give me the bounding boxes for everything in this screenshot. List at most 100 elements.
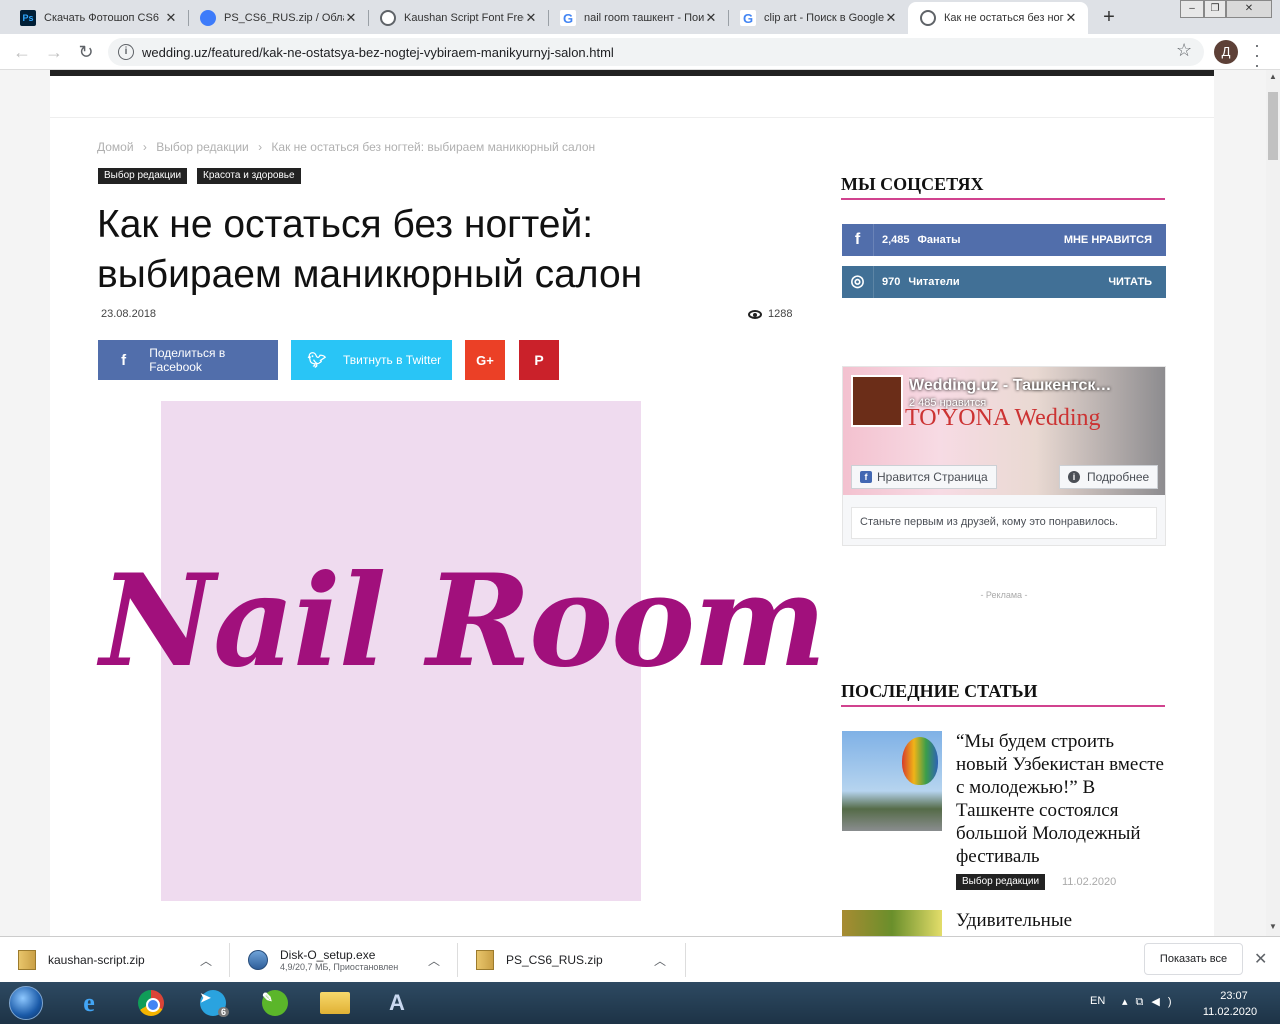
social-facebook-row[interactable]: f 2,485 Фанаты МНЕ НРАВИТСЯ: [842, 224, 1166, 256]
tab-title: Kaushan Script Font Free: [404, 12, 524, 24]
info-icon[interactable]: i: [118, 44, 134, 60]
instagram-count: 970: [882, 276, 901, 288]
language-indicator[interactable]: EN: [1090, 995, 1105, 1007]
article-title: Как не остаться без ногтей: выбираем ман…: [97, 203, 643, 296]
social-widget-title: МЫ СОЦСЕТЯХ: [841, 174, 1165, 200]
header-strip: [50, 70, 1214, 76]
recent-article-thumbnail[interactable]: [842, 910, 942, 936]
clock-date[interactable]: 11.02.2020: [1198, 1006, 1262, 1018]
chevron-up-icon[interactable]: ︿: [200, 952, 212, 969]
scroll-up-arrow-icon[interactable]: ▲: [1266, 72, 1280, 84]
tab-photoshop-download[interactable]: Ps Скачать Фотошоп CS6 ✕: [8, 2, 188, 34]
new-tab-button[interactable]: +: [1096, 6, 1122, 30]
chevron-up-icon[interactable]: ︿: [428, 952, 440, 969]
clock-time[interactable]: 23:07: [1210, 990, 1258, 1002]
tab-kaushan-font[interactable]: Kaushan Script Font Free ✕: [368, 2, 548, 34]
taskbar-app-a[interactable]: A: [374, 985, 420, 1021]
breadcrumb-separator: ›: [142, 140, 147, 154]
share-pinterest-button[interactable]: P: [519, 340, 559, 380]
bookmark-star-icon[interactable]: ☆: [1176, 40, 1192, 61]
tab-cloud-file[interactable]: PS_CS6_RUS.zip / Облако ✕: [188, 2, 368, 34]
url-text[interactable]: wedding.uz/featured/kak-ne-ostatsya-bez-…: [142, 45, 614, 60]
scroll-down-arrow-icon[interactable]: ▼: [1266, 922, 1280, 934]
download-status: 4,9/20,7 МБ, Приостановлен: [280, 962, 399, 972]
share-googleplus-button[interactable]: G+: [465, 340, 505, 380]
view-count-value: 1288: [768, 308, 793, 320]
close-icon[interactable]: ✕: [344, 10, 358, 26]
start-button[interactable]: [2, 983, 50, 1023]
recent-article-thumbnail[interactable]: [842, 731, 942, 831]
fb-more-button[interactable]: i Подробнее: [1059, 465, 1159, 489]
scrollbar-thumb[interactable]: [1268, 92, 1278, 160]
telegram-badge: 6: [218, 1007, 230, 1017]
close-icon[interactable]: ✕: [704, 10, 718, 26]
window-close-button[interactable]: ✕: [1226, 0, 1272, 18]
show-all-downloads-button[interactable]: Показать все: [1144, 943, 1243, 975]
download-item-disk-o[interactable]: Disk-O_setup.exe 4,9/20,7 МБ, Приостанов…: [230, 937, 456, 983]
breadcrumb-home-link[interactable]: Домой: [97, 140, 134, 154]
category-beauty-health[interactable]: Красота и здоровье: [197, 168, 301, 184]
reload-button[interactable]: ↻: [74, 40, 98, 64]
fb-page-name[interactable]: Wedding.uz - Ташкентск…: [909, 377, 1139, 395]
back-button[interactable]: ←: [10, 40, 34, 64]
tab-active-article[interactable]: Как не остаться без ногтей ✕: [908, 2, 1088, 34]
profile-avatar[interactable]: Д: [1214, 40, 1238, 64]
close-icon[interactable]: ✕: [524, 10, 538, 26]
facebook-page-widget: TO'YONA Wedding Wedding.uz - Ташкентск… …: [842, 366, 1166, 546]
windows-taskbar: e ➤ 6 ✎ A EN ▴⧉◀) 23:07 11.02.2020: [0, 982, 1280, 1024]
toolbar: ← → ↻ i wedding.uz/featured/kak-ne-ostat…: [0, 34, 1280, 70]
close-icon[interactable]: ✕: [1064, 10, 1078, 26]
page-scrollbar[interactable]: ▲ ▼: [1266, 70, 1280, 936]
system-tray-icons[interactable]: ▴⧉◀): [1122, 995, 1180, 1009]
facebook-cover-image[interactable]: TO'YONA Wedding Wedding.uz - Ташкентск… …: [843, 367, 1165, 495]
internet-explorer-icon: e: [83, 988, 95, 1017]
category-editors-choice[interactable]: Выбор редакции: [98, 168, 188, 184]
google-icon: G: [740, 10, 756, 26]
close-icon[interactable]: ✕: [164, 10, 178, 26]
share-twitter-button[interactable]: 🐦︎ Твитнуть в Twitter: [291, 340, 452, 380]
chevron-up-icon[interactable]: ︿: [654, 952, 666, 969]
close-icon[interactable]: ✕: [884, 10, 898, 26]
page-logo[interactable]: [851, 375, 903, 427]
instagram-follow-link[interactable]: ЧИТАТЬ: [1108, 276, 1166, 288]
forward-button[interactable]: →: [42, 40, 66, 64]
breadcrumb-separator: ›: [258, 140, 263, 154]
social-instagram-row[interactable]: ◎ 970 Читатели ЧИТАТЬ: [842, 266, 1166, 298]
facebook-like-link[interactable]: МНЕ НРАВИТСЯ: [1064, 234, 1166, 246]
hero-logo-text: Nail Room: [100, 547, 827, 695]
zip-file-icon: [18, 950, 36, 970]
share-facebook-button[interactable]: f Поделиться в Facebook: [98, 340, 278, 380]
cover-brand-text: TO'YONA Wedding: [905, 405, 1101, 431]
download-name: kaushan-script.zip: [48, 953, 145, 967]
recent-article-title[interactable]: “Мы будем строить новый Узбекистан вмест…: [956, 730, 1168, 868]
installer-icon: [248, 950, 268, 970]
download-name: PS_CS6_RUS.zip: [506, 953, 603, 967]
maximize-button[interactable]: ❐: [1204, 0, 1226, 18]
taskbar-chrome[interactable]: [128, 985, 174, 1021]
breadcrumb-editors-choice-link[interactable]: Выбор редакции: [156, 140, 248, 154]
facebook-icon: f: [121, 351, 127, 369]
tab-strip: Ps Скачать Фотошоп CS6 ✕ PS_CS6_RUS.zip …: [0, 0, 1280, 34]
download-item-ps-cs6[interactable]: PS_CS6_RUS.zip ︿: [458, 937, 684, 983]
download-item-kaushan[interactable]: kaushan-script.zip ︿: [0, 937, 228, 983]
recent-article-date: 11.02.2020: [1062, 876, 1117, 888]
close-icon[interactable]: ✕: [1254, 949, 1267, 969]
fb-like-page-button[interactable]: f Нравится Страница: [851, 465, 997, 489]
taskbar-explorer[interactable]: [312, 985, 358, 1021]
download-shelf: kaushan-script.zip ︿ Disk-O_setup.exe 4,…: [0, 936, 1280, 982]
taskbar-internet-explorer[interactable]: e: [66, 985, 112, 1021]
recent-article-category[interactable]: Выбор редакции: [956, 874, 1046, 890]
recent-articles-title: ПОСЛЕДНИЕ СТАТЬИ: [841, 681, 1165, 707]
taskbar-telegram[interactable]: ➤ 6: [190, 985, 236, 1021]
tab-google-nail-room[interactable]: G nail room ташкент - Поиск ✕: [548, 2, 728, 34]
recent-article-title[interactable]: Удивительные: [956, 909, 1168, 932]
cloud-icon: [200, 10, 216, 26]
breadcrumb: Домой › Выбор редакции › Как не остаться…: [97, 140, 601, 154]
fb-friends-note: Станьте первым из друзей, кому это понра…: [851, 507, 1157, 539]
minimize-button[interactable]: –: [1180, 0, 1204, 18]
google-icon: G: [560, 10, 576, 26]
taskbar-green-app[interactable]: ✎: [252, 985, 298, 1021]
omnibox[interactable]: i wedding.uz/featured/kak-ne-ostatsya-be…: [108, 38, 1204, 66]
browser-menu-icon[interactable]: · · ·: [1252, 36, 1262, 74]
tab-google-clip-art[interactable]: G clip art - Поиск в Google ✕: [728, 2, 908, 34]
